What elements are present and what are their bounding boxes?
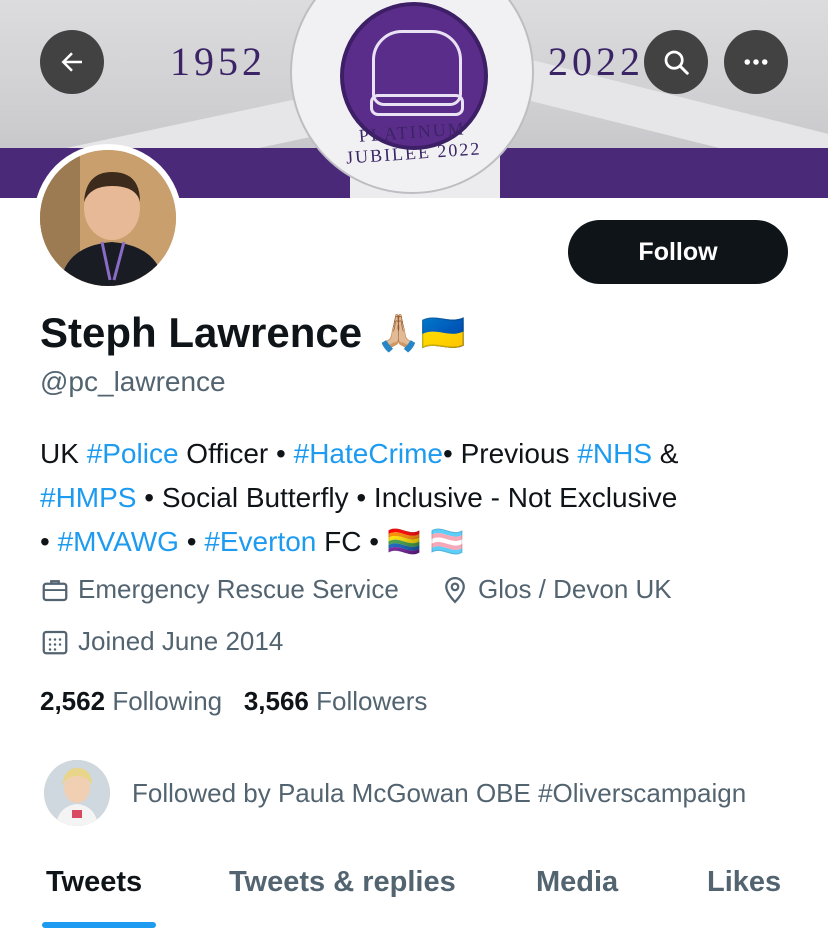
mutual-follower-avatar [44,760,110,826]
bio-text: • [40,526,58,557]
followed-by-text: Followed by Paula McGowan OBE #Oliversca… [132,777,747,808]
banner-year-right: 2022 [548,39,644,84]
followed-by-row[interactable]: Followed by Paula McGowan OBE #Oliversca… [44,760,746,826]
display-name-text: Steph Lawrence [40,309,363,356]
location-pin-icon [445,576,465,603]
crown-base [370,94,464,116]
briefcase-icon [42,579,68,601]
avatar-photo [40,150,176,286]
name-emojis: 🙏🏼🇺🇦 [376,312,466,353]
more-button[interactable] [724,30,788,94]
following-label: Following [112,686,223,716]
hashtag-link-mvawg[interactable]: #MVAWG [58,526,179,557]
more-horizontal-icon [744,59,768,65]
bio-text: • Social Butterfly • Inclusive - Not Exc… [136,482,678,513]
calendar-icon [42,630,68,654]
tab-tweets[interactable]: Tweets [46,866,142,899]
back-button[interactable] [40,30,104,94]
bio-line-2: #HMPS • Social Butterfly • Inclusive - N… [40,476,800,520]
following-count: 2,562 [40,686,106,716]
tab-tweets-and-replies[interactable]: Tweets & replies [229,866,456,899]
hashtag-link-everton[interactable]: #Everton [204,526,316,557]
bio-text: FC • [316,526,387,557]
following-link[interactable]: 2,562 Following [40,686,222,716]
bio-text: • Previous [443,438,578,469]
mutual-follower-image [44,760,110,826]
profile-tabs: Tweets Tweets & replies Media Likes [0,860,828,929]
hashtag-link-hatecrime[interactable]: #HateCrime [294,438,443,469]
profile-joined: Joined June 2014 [40,626,283,657]
hashtag-link-nhs[interactable]: #NHS [577,438,652,469]
active-tab-indicator [42,922,156,928]
joined-text: Joined June 2014 [78,626,284,656]
username-handle: @pc_lawrence [40,366,226,397]
bio-text: Officer • [178,438,294,469]
follow-button[interactable]: Follow [568,220,788,284]
profile-location: Glos / Devon UK [440,574,672,605]
profile-bio: UK #Police Officer • #HateCrime• Previou… [40,432,800,564]
bio-line-3: • #MVAWG • #Everton FC • 🏳️‍🌈 🏳️‍⚧️ [40,520,800,564]
hashtag-link-police[interactable]: #Police [87,438,179,469]
bio-line-1: UK #Police Officer • #HateCrime• Previou… [40,432,800,476]
banner-year-left: 1952 [170,39,266,84]
tab-media[interactable]: Media [536,866,618,899]
avatar-person-image [40,150,176,286]
arrow-left-icon [61,52,82,72]
followers-count: 3,566 [243,686,309,716]
bio-text: • [178,526,205,557]
profile-avatar[interactable] [34,144,182,292]
seal-text: PLATINUM JUBILEE 2022 [345,118,482,168]
hashtag-link-hmps[interactable]: #HMPS [40,482,136,513]
bio-text: & [652,438,679,469]
search-icon [664,50,689,75]
profile-category: Emergency Rescue Service [40,574,399,605]
bio-text: UK [40,438,87,469]
category-text: Emergency Rescue Service [78,574,399,604]
tab-likes[interactable]: Likes [707,866,781,899]
followers-label: Followers [316,686,428,716]
flag-emojis: 🏳️‍🌈 🏳️‍⚧️ [386,526,465,557]
followers-link[interactable]: 3,566 Followers [244,686,428,716]
display-name: Steph Lawrence 🙏🏼🇺🇦 [40,306,466,360]
search-button[interactable] [644,30,708,94]
follow-counts: 2,562 Following 3,566 Followers [40,686,427,717]
location-text: Glos / Devon UK [478,574,672,604]
